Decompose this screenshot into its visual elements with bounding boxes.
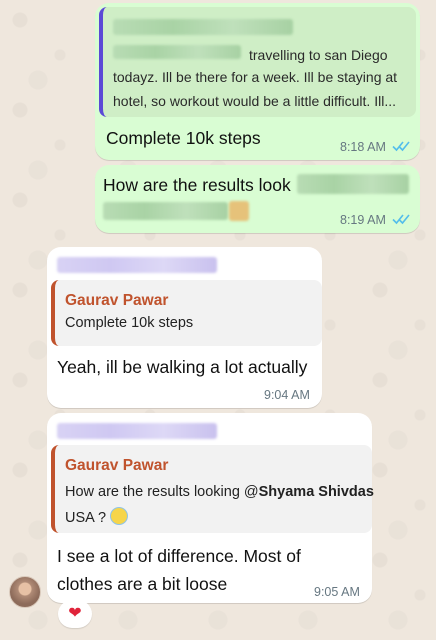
reply-preview-line-1: travelling to san Diego (249, 47, 388, 63)
quoted-message-text: Complete 10k steps (65, 315, 194, 331)
redacted-sender-name (57, 423, 217, 439)
quoted-text-prefix: How are the results looking @ (65, 484, 259, 500)
sender-avatar[interactable] (9, 576, 41, 608)
reply-preview[interactable]: travelling to san Diego todayz. Ill be t… (99, 7, 416, 117)
message-time: 8:19 AM (340, 213, 386, 227)
message-text: Yeah, ill be walking a lot actually (57, 357, 308, 377)
redacted-sender-name (57, 257, 217, 273)
reply-preview-line-3: hotel, so workout would be a little diff… (113, 93, 396, 109)
incoming-message-2[interactable]: Gaurav Pawar How are the results looking… (47, 413, 374, 603)
outgoing-message-2[interactable]: How are the results look 8:19 AM (95, 165, 420, 233)
double-check-icon (392, 214, 410, 225)
redacted-text (103, 202, 228, 220)
redacted-text (297, 174, 409, 194)
redacted-sender-name (113, 19, 293, 35)
incoming-message-1[interactable]: Gaurav Pawar Complete 10k steps Yeah, il… (47, 247, 322, 408)
quoted-sender-name: Gaurav Pawar (65, 292, 169, 309)
message-text-line-1: I see a lot of difference. Most of (57, 546, 301, 566)
redacted-emoji (229, 201, 249, 221)
message-time: 8:18 AM (340, 140, 386, 154)
quoted-text-line-2: USA ? (65, 510, 107, 526)
quoted-message-text: How are the results looking @Shyama Shiv… (65, 479, 374, 531)
double-check-icon (392, 141, 410, 152)
message-text: Complete 10k steps (106, 128, 261, 148)
quoted-message[interactable]: Gaurav Pawar How are the results looking… (51, 445, 374, 533)
message-text-line-2: clothes are a bit loose (57, 574, 228, 594)
mention[interactable]: Shyama Shivdas (259, 484, 374, 500)
message-time: 9:05 AM (314, 585, 360, 599)
heart-icon[interactable]: ❤ (58, 600, 92, 628)
message-time: 9:04 AM (264, 388, 310, 402)
quoted-message[interactable]: Gaurav Pawar Complete 10k steps (51, 280, 322, 346)
reply-preview-line-2: todayz. Ill be there for a week. Ill be … (113, 69, 398, 85)
redacted-text (113, 45, 241, 59)
quoted-sender-name: Gaurav Pawar (65, 457, 169, 474)
message-text: How are the results look (103, 175, 291, 195)
outgoing-message-1[interactable]: travelling to san Diego todayz. Ill be t… (95, 3, 420, 160)
smiling-face-with-halo-icon (110, 507, 129, 525)
message-text: I see a lot of difference. Most of cloth… (57, 542, 301, 598)
